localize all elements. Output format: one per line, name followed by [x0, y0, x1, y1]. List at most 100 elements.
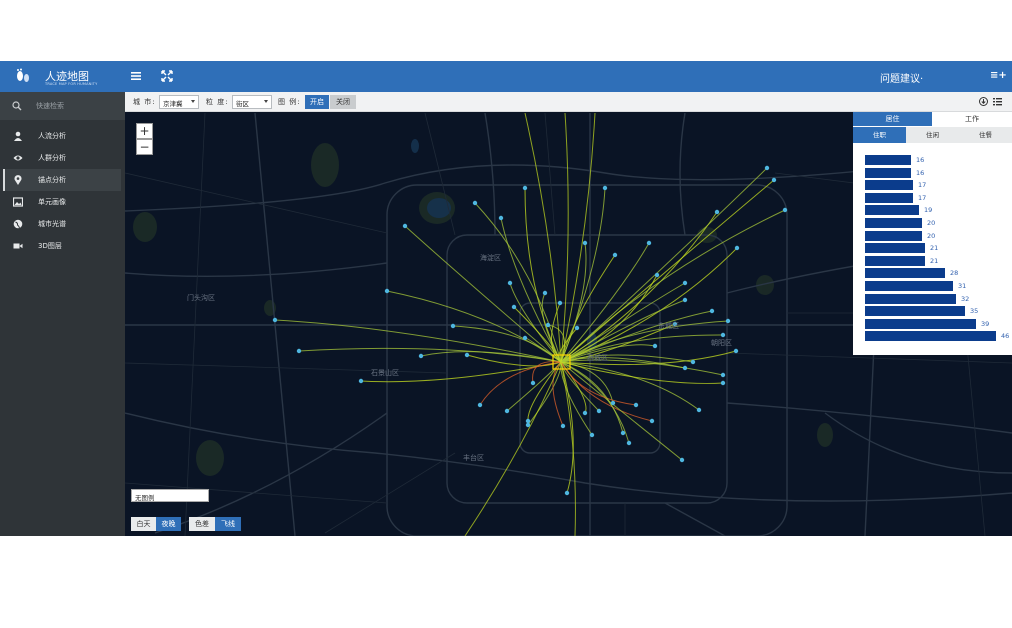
granularity-select[interactable]: 街区	[232, 95, 272, 109]
quick-search[interactable]: 快速检索	[0, 92, 125, 120]
menu-icon[interactable]	[130, 70, 142, 82]
bar-value: 31	[958, 282, 967, 290]
bar-value: 17	[918, 181, 927, 190]
day-button[interactable]: 白天	[131, 517, 156, 531]
bar-value: 46	[1001, 332, 1010, 341]
bar	[865, 318, 976, 329]
chevron-down-icon	[264, 100, 268, 103]
flow-line	[560, 167, 768, 363]
origin-point	[649, 418, 655, 424]
bar-value: 35	[970, 307, 979, 316]
bar	[865, 306, 965, 317]
zoom-out-button[interactable]: −	[136, 139, 153, 155]
bar	[865, 155, 911, 165]
bar-value: 16	[916, 168, 925, 177]
origin-point	[610, 400, 616, 406]
origin-point	[504, 408, 510, 414]
sidebar-item-label: 3D图层	[38, 242, 62, 250]
origin-point	[574, 325, 580, 331]
tab-live-leisure[interactable]: 住闲	[906, 127, 959, 143]
city-select[interactable]: 京津冀	[159, 95, 199, 109]
origin-point	[545, 322, 551, 328]
map-pin-icon	[14, 175, 22, 185]
tab-live-dining[interactable]: 住餐	[959, 127, 1012, 143]
download-icon[interactable]	[979, 97, 988, 106]
bar	[865, 167, 911, 178]
footprint-logo-icon	[17, 68, 29, 82]
district-label: 西城区	[587, 354, 608, 362]
origin-point	[402, 223, 408, 229]
origin-point	[612, 252, 618, 258]
origin-point	[646, 240, 652, 246]
sidebar-item-crowd[interactable]: 人群分析	[3, 147, 121, 169]
sidebar: 快速检索 人流分析 人群分析 锚点分析 单元画像 城市光谱 3D图层	[0, 92, 125, 536]
origin-point	[764, 165, 770, 171]
origin-point	[564, 490, 570, 496]
user-menu-icon[interactable]: ≡+	[990, 70, 1007, 81]
bar-value: 21	[930, 256, 939, 265]
flow-line	[464, 361, 562, 536]
granularity-select-value: 街区	[236, 100, 249, 108]
district-label: 东城区	[658, 322, 679, 330]
bar-list: 16 16 17 17 19 20 20 21 21 28 31 32 35 39 46	[853, 145, 1012, 355]
origin-point	[725, 318, 731, 324]
bar	[865, 243, 925, 254]
origin-point	[734, 245, 740, 251]
origin-point	[720, 332, 726, 338]
origin-point	[464, 352, 470, 358]
sidebar-item-spectrum[interactable]: 城市光谱	[3, 213, 121, 235]
origin-point	[296, 348, 302, 354]
origin-points	[272, 165, 788, 496]
origin-point	[720, 372, 726, 378]
origin-point	[418, 353, 424, 359]
origin-point	[679, 457, 685, 463]
origin-point	[652, 343, 658, 349]
sidebar-item-3d-layer[interactable]: 3D图层	[3, 235, 121, 257]
color-diff-button[interactable]: 色差	[189, 517, 215, 531]
origin-point	[477, 402, 483, 408]
origin-point	[582, 410, 588, 416]
flow-line	[560, 179, 775, 363]
sidebar-item-portrait[interactable]: 单元画像	[3, 191, 121, 213]
bar	[865, 268, 945, 279]
zoom-in-button[interactable]: +	[136, 123, 153, 139]
origin-point	[620, 430, 626, 436]
origin-point	[525, 418, 531, 424]
search-icon	[12, 101, 22, 111]
eye-icon	[13, 155, 23, 161]
origin-point	[522, 335, 528, 341]
bar-value: 20	[927, 219, 936, 227]
fullscreen-icon[interactable]	[161, 70, 173, 82]
origin-point	[472, 200, 478, 206]
origin-point	[654, 272, 660, 278]
origin-point	[582, 240, 588, 246]
chevron-down-icon	[191, 100, 195, 103]
origin-point	[720, 380, 726, 386]
bar-value: 39	[981, 319, 990, 328]
city-label: 城 市:	[133, 98, 156, 106]
bar	[865, 331, 996, 342]
district-label: 朝阳区	[711, 339, 732, 347]
tab-live[interactable]: 居住	[853, 112, 932, 126]
flow-line	[560, 361, 683, 461]
sidebar-item-anchor[interactable]: 锚点分析	[3, 169, 121, 191]
flow-line	[560, 361, 653, 422]
bar-value: 20	[927, 231, 936, 240]
night-button[interactable]: 夜晚	[156, 517, 181, 531]
list-icon[interactable]	[993, 97, 1002, 106]
origin-point	[511, 304, 517, 310]
feedback-menu[interactable]: 问题建议·	[880, 70, 923, 85]
legend-off-button[interactable]: 关闭	[330, 95, 356, 109]
origin-point	[557, 300, 563, 306]
sidebar-item-label: 城市光谱	[38, 220, 66, 228]
flyline-button[interactable]: 飞线	[215, 517, 241, 531]
sidebar-item-flow[interactable]: 人流分析	[3, 125, 121, 147]
legend-on-button[interactable]: 开启	[305, 95, 329, 109]
tab-live-work[interactable]: 住职	[853, 127, 906, 143]
bar	[865, 205, 919, 216]
origin-point	[560, 423, 566, 429]
filter-toolbar: 城 市: 京津冀 粒 度: 街区 图 例: 开启 关闭	[125, 92, 1012, 112]
origin-point	[682, 297, 688, 303]
tab-work[interactable]: 工作	[932, 112, 1012, 126]
origin-point	[733, 348, 739, 354]
